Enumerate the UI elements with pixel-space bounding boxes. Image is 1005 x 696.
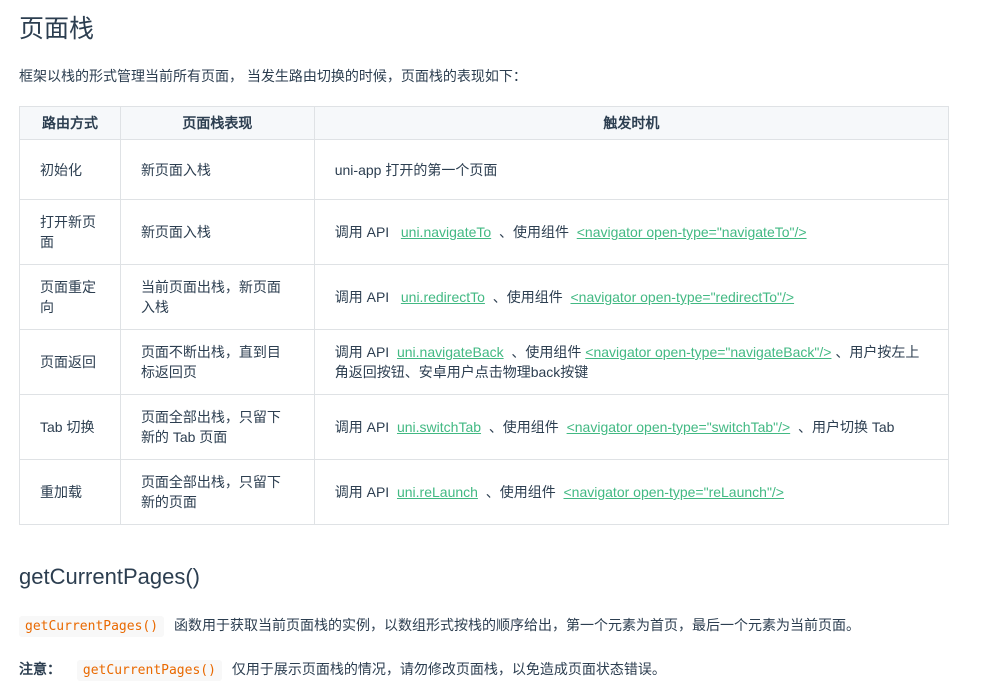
table-row: 打开新页面 新页面入栈 调用 API uni.navigateTo 、使用组件 … — [19, 199, 950, 265]
trigger-mid: 、使用组件 — [511, 344, 582, 360]
description-paragraph: getCurrentPages() 函数用于获取当前页面栈的实例，以数组形式按栈… — [19, 614, 860, 638]
trigger-cell: uni-app 打开的第一个页面 — [313, 139, 950, 200]
trigger-prefix: 调用 API — [334, 419, 390, 435]
table-header-row: 路由方式 页面栈表现 触发时机 — [19, 106, 950, 140]
api-link-switchTab[interactable]: uni.switchTab — [397, 419, 481, 435]
trigger-mid: 、使用组件 — [488, 419, 559, 435]
trigger-mid: 、使用组件 — [498, 224, 569, 240]
component-link-navigateTo[interactable]: <navigator open-type="navigateTo"/> — [577, 224, 807, 240]
header-route: 路由方式 — [19, 106, 121, 140]
trigger-prefix: 调用 API — [334, 344, 390, 360]
behavior-cell: 新页面入栈 — [119, 199, 315, 265]
trigger-prefix: 调用 API — [334, 484, 390, 500]
route-cell: 页面返回 — [19, 329, 121, 395]
page-title: 页面栈 — [19, 15, 95, 43]
trigger-suffix: 、用户切换 Tab — [797, 419, 895, 435]
route-cell: 重加载 — [19, 459, 121, 525]
component-link-switchTab[interactable]: <navigator open-type="switchTab"/> — [567, 419, 791, 435]
behavior-cell: 新页面入栈 — [119, 139, 315, 200]
intro-paragraph: 框架以栈的形式管理当前所有页面， 当发生路由切换的时候，页面栈的表现如下： — [19, 68, 527, 84]
table-row: 页面重定向 当前页面出栈，新页面入栈 调用 API uni.redirectTo… — [19, 264, 950, 330]
trigger-cell: 调用 API uni.reLaunch 、使用组件 <navigator ope… — [313, 459, 950, 525]
note-label: 注意： — [19, 661, 61, 677]
note-text: 仅用于展示页面栈的情况，请勿修改页面栈，以免造成页面状态错误。 — [231, 661, 666, 677]
behavior-cell: 页面全部出栈，只留下新的 Tab 页面 — [119, 394, 315, 460]
trigger-prefix: 调用 API — [334, 224, 390, 240]
route-cell: Tab 切换 — [19, 394, 121, 460]
behavior-cell: 页面全部出栈，只留下新的页面 — [119, 459, 315, 525]
inline-code: getCurrentPages() — [19, 616, 165, 637]
trigger-cell: 调用 API uni.navigateTo 、使用组件 <navigator o… — [313, 199, 950, 265]
route-cell: 打开新页面 — [19, 199, 121, 265]
behavior-cell: 页面不断出栈，直到目标返回页 — [119, 329, 315, 395]
table-row: Tab 切换 页面全部出栈，只留下新的 Tab 页面 调用 API uni.sw… — [19, 394, 950, 460]
api-link-navigateTo[interactable]: uni.navigateTo — [401, 224, 491, 240]
section-title: getCurrentPages() — [19, 564, 200, 589]
table-row: 初始化 新页面入栈 uni-app 打开的第一个页面 — [19, 139, 950, 200]
api-link-redirectTo[interactable]: uni.redirectTo — [401, 289, 485, 305]
behavior-cell: 当前页面出栈，新页面入栈 — [119, 264, 315, 330]
header-trigger: 触发时机 — [313, 106, 950, 140]
trigger-cell: 调用 API uni.redirectTo 、使用组件 <navigator o… — [313, 264, 950, 330]
component-link-reLaunch[interactable]: <navigator open-type="reLaunch"/> — [564, 484, 785, 500]
page-stack-table: 路由方式 页面栈表现 触发时机 初始化 新页面入栈 uni-app 打开的第一个… — [19, 106, 950, 525]
description-text: 函数用于获取当前页面栈的实例，以数组形式按栈的顺序给出，第一个元素为首页，最后一… — [173, 617, 860, 633]
route-cell: 初始化 — [19, 139, 121, 200]
inline-code: getCurrentPages() — [76, 660, 222, 681]
component-link-redirectTo[interactable]: <navigator open-type="redirectTo"/> — [570, 289, 794, 305]
trigger-mid: 、使用组件 — [492, 289, 563, 305]
api-link-navigateBack[interactable]: uni.navigateBack — [397, 344, 504, 360]
table-row: 页面返回 页面不断出栈，直到目标返回页 调用 API uni.navigateB… — [19, 329, 950, 395]
note-paragraph: 注意： getCurrentPages() 仅用于展示页面栈的情况，请勿修改页面… — [19, 658, 666, 682]
component-link-navigateBack[interactable]: <navigator open-type="navigateBack"/> — [585, 344, 831, 360]
api-link-reLaunch[interactable]: uni.reLaunch — [397, 484, 478, 500]
header-behavior: 页面栈表现 — [119, 106, 315, 140]
route-cell: 页面重定向 — [19, 264, 121, 330]
trigger-cell: 调用 API uni.switchTab 、使用组件 <navigator op… — [313, 394, 950, 460]
table-row: 重加载 页面全部出栈，只留下新的页面 调用 API uni.reLaunch 、… — [19, 459, 950, 525]
trigger-prefix: 调用 API — [334, 289, 390, 305]
trigger-mid: 、使用组件 — [485, 484, 556, 500]
trigger-cell: 调用 API uni.navigateBack 、使用组件 <navigator… — [313, 329, 950, 395]
